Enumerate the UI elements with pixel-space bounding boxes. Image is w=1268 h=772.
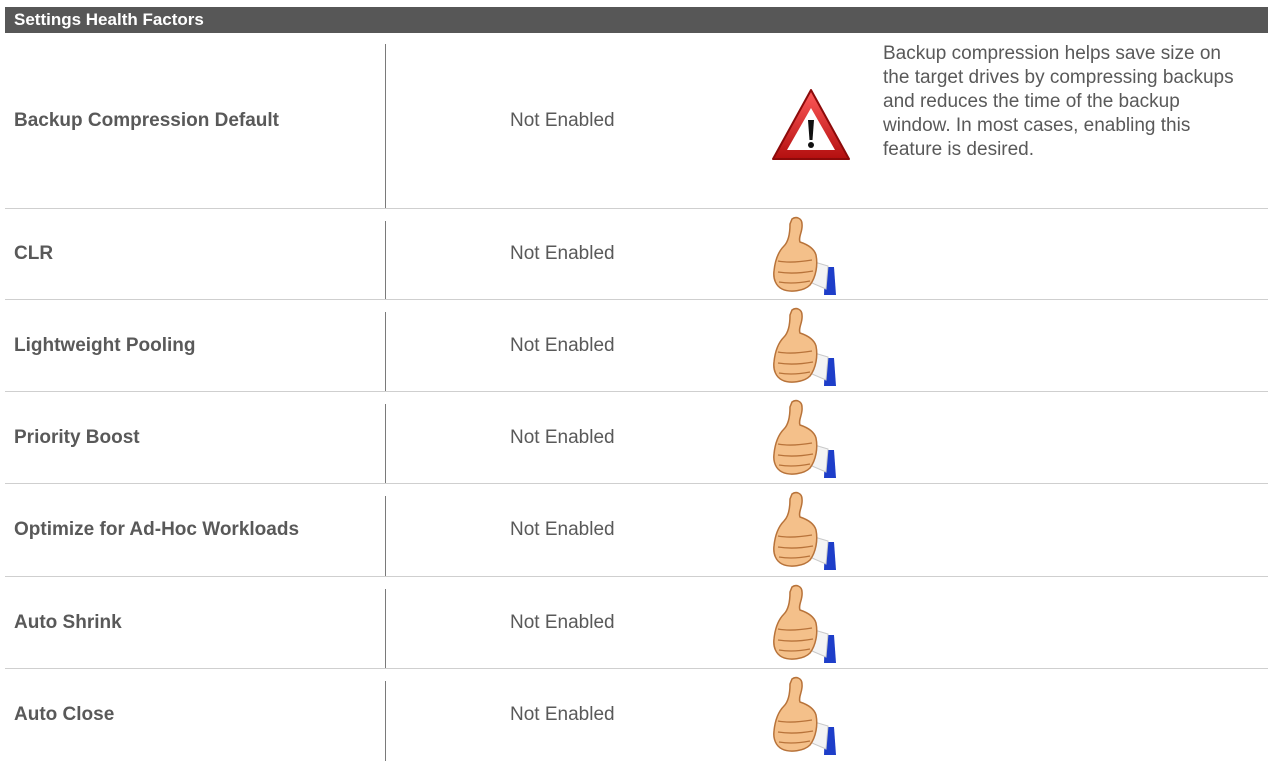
- column-divider: [385, 221, 386, 299]
- factor-name: Auto Close: [14, 704, 115, 725]
- health-factor-row: CLR Not Enabled: [5, 209, 1268, 300]
- column-divider: [385, 589, 386, 668]
- health-factor-row: Auto Shrink Not Enabled: [5, 577, 1268, 669]
- thumbs-up-icon: [770, 398, 840, 480]
- thumbs-up-icon: [770, 675, 840, 757]
- column-divider: [385, 681, 386, 761]
- factor-name: Backup Compression Default: [14, 110, 279, 131]
- factor-name: CLR: [14, 243, 54, 264]
- factor-value: Not Enabled: [510, 519, 615, 540]
- factor-name: Optimize for Ad-Hoc Workloads: [14, 519, 300, 540]
- thumbs-up-icon: [770, 215, 840, 297]
- warning-icon: [770, 87, 852, 163]
- health-factor-row: Lightweight Pooling Not Enabled: [5, 300, 1268, 392]
- factor-value: Not Enabled: [510, 426, 615, 448]
- factor-value: Not Enabled: [510, 704, 615, 725]
- health-factor-row: Auto Close Not Enabled: [5, 669, 1268, 761]
- report-header: Settings Health Factors: [5, 7, 1268, 33]
- column-divider: [385, 312, 386, 391]
- factor-value: Not Enabled: [510, 334, 615, 356]
- factor-name: Priority Boost: [14, 426, 140, 448]
- factor-name: Lightweight Pooling: [14, 334, 196, 356]
- column-divider: [385, 404, 386, 483]
- column-divider: [385, 496, 386, 576]
- thumbs-up-icon: [770, 490, 840, 572]
- factor-value: Not Enabled: [510, 110, 615, 131]
- health-factor-row: Backup Compression Default Not Enabled B…: [5, 34, 1268, 209]
- factor-value: Not Enabled: [510, 611, 615, 633]
- health-factor-row: Optimize for Ad-Hoc Workloads Not Enable…: [5, 484, 1268, 577]
- thumbs-up-icon: [770, 583, 840, 665]
- factor-value: Not Enabled: [510, 243, 615, 264]
- factor-description: Backup compression helps save size on th…: [883, 43, 1234, 160]
- report-title: Settings Health Factors: [14, 10, 204, 29]
- health-factor-row: Priority Boost Not Enabled: [5, 392, 1268, 484]
- column-divider: [385, 44, 386, 208]
- thumbs-up-icon: [770, 306, 840, 388]
- factor-name: Auto Shrink: [14, 611, 122, 633]
